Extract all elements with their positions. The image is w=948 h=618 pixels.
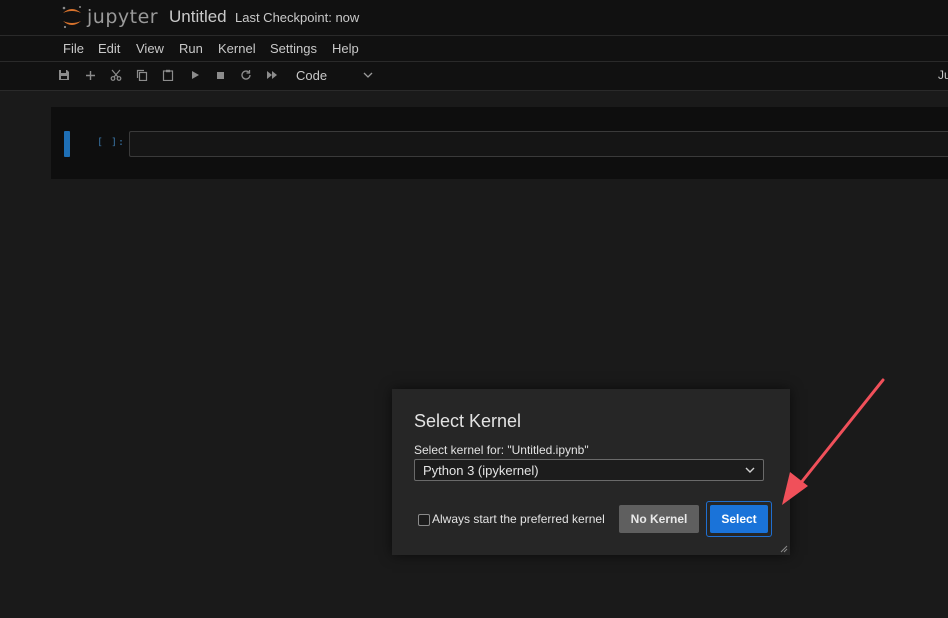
cell-prompt: [ ]:: [97, 137, 126, 148]
menu-settings[interactable]: Settings: [270, 41, 317, 56]
save-icon[interactable]: [57, 68, 71, 82]
paste-icon[interactable]: [161, 68, 175, 82]
kernel-dropdown-value: Python 3 (ipykernel): [423, 463, 539, 478]
add-cell-icon[interactable]: [83, 68, 97, 82]
kernel-indicator[interactable]: Ju: [938, 68, 948, 82]
stop-icon[interactable]: [213, 68, 227, 82]
chevron-down-icon: [745, 467, 755, 473]
cell-input-editor[interactable]: [129, 131, 948, 157]
select-button[interactable]: Select: [710, 505, 768, 533]
cell-type-select[interactable]: Code: [296, 68, 327, 83]
top-bar: jupyter Untitled Last Checkpoint: now: [0, 0, 948, 36]
no-kernel-button[interactable]: No Kernel: [619, 505, 699, 533]
menu-kernel[interactable]: Kernel: [218, 41, 256, 56]
jupyter-logo-icon[interactable]: [60, 4, 84, 30]
code-cell[interactable]: [ ]:: [51, 107, 948, 179]
resize-grip-icon[interactable]: [780, 545, 788, 553]
preferred-kernel-checkbox[interactable]: [418, 514, 430, 526]
fast-forward-icon[interactable]: [265, 68, 279, 82]
copy-icon[interactable]: [135, 68, 149, 82]
select-kernel-dialog: Select Kernel Select kernel for: "Untitl…: [392, 389, 790, 555]
kernel-dropdown[interactable]: Python 3 (ipykernel): [414, 459, 764, 481]
dialog-title: Select Kernel: [414, 411, 522, 431]
menu-edit[interactable]: Edit: [98, 41, 120, 56]
menu-view[interactable]: View: [136, 41, 164, 56]
menu-run[interactable]: Run: [179, 41, 203, 56]
preferred-kernel-checkbox-label[interactable]: Always start the preferred kernel: [432, 512, 605, 526]
notebook-title[interactable]: Untitled: [169, 7, 227, 27]
jupyter-logo-text: jupyter: [87, 6, 159, 28]
notebook-toolbar: Code Ju: [0, 62, 948, 91]
menu-file[interactable]: File: [63, 41, 84, 56]
chevron-down-icon[interactable]: [363, 71, 373, 79]
restart-icon[interactable]: [239, 68, 253, 82]
kernel-select-label: Select kernel for: "Untitled.ipynb": [414, 443, 589, 457]
cut-icon[interactable]: [109, 68, 123, 82]
active-cell-indicator: [64, 131, 70, 157]
run-icon[interactable]: [188, 68, 202, 82]
menu-help[interactable]: Help: [332, 41, 359, 56]
checkpoint-status: Last Checkpoint: now: [235, 10, 360, 25]
menu-bar: File Edit View Run Kernel Settings Help: [0, 36, 948, 62]
